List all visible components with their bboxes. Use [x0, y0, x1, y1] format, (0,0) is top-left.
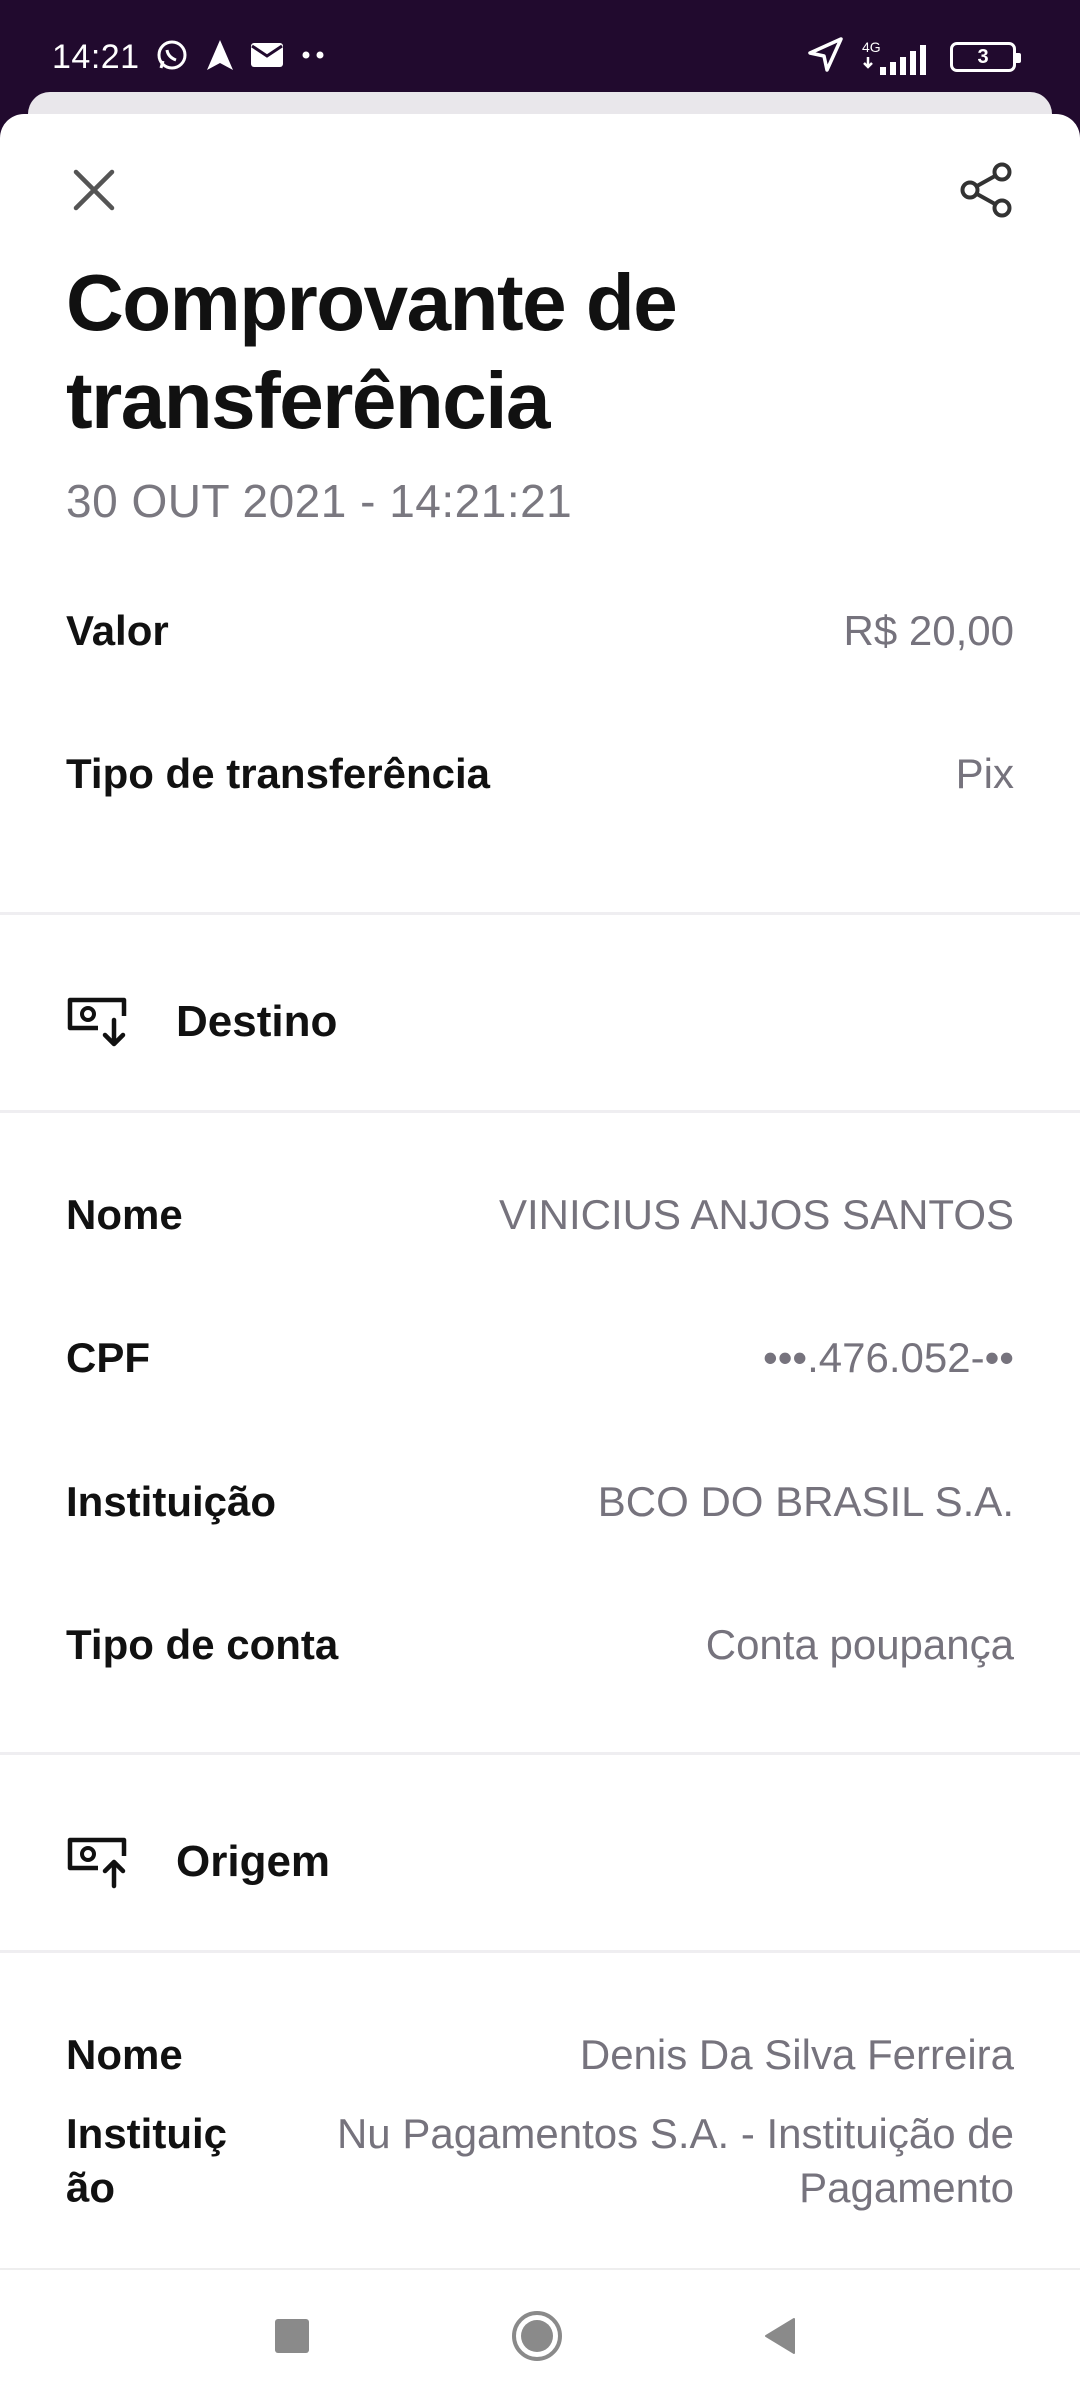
- money-out-icon: [67, 1837, 127, 1889]
- status-left: 14:21: [52, 34, 328, 80]
- summary-row-valor: Valor R$ 20,00: [66, 601, 1014, 661]
- receipt-sheet: Comprovante de transferência 30 OUT 2021…: [0, 114, 1080, 2268]
- row-label: CPF: [66, 1334, 150, 1381]
- row-value: Nu Pagamentos S.A. - Instituição de Paga…: [336, 2110, 1014, 2211]
- row-value: Conta poupança: [705, 1621, 1014, 1668]
- money-in-icon: [67, 997, 127, 1047]
- share-icon: [960, 162, 1012, 218]
- section-title: Origem: [176, 1837, 331, 1886]
- mail-icon: [250, 41, 284, 74]
- divider: [0, 1752, 1080, 1755]
- row-value: BCO DO BRASIL S.A.: [597, 1478, 1014, 1525]
- close-button[interactable]: [58, 154, 130, 226]
- recents-button[interactable]: [262, 2306, 322, 2366]
- destino-row-instituicao: Instituição BCO DO BRASIL S.A.: [66, 1472, 1014, 1532]
- row-label: Nome: [66, 1191, 183, 1238]
- summary-row-tipo: Tipo de transferência Pix: [66, 744, 1014, 804]
- origem-row-instituicao: Instituição Nu Pagamentos S.A. - Institu…: [66, 2107, 1014, 2215]
- divider: [0, 912, 1080, 915]
- receipt-date: 30 OUT 2021 - 14:21:21: [66, 475, 573, 527]
- row-value: Pix: [955, 750, 1014, 797]
- row-value: •••.476.052-••: [763, 1334, 1014, 1381]
- section-origem: Origem: [66, 1827, 330, 1897]
- status-time: 14:21: [52, 37, 140, 76]
- row-label: Valor: [66, 607, 169, 654]
- row-label: Nome: [66, 2031, 183, 2078]
- destino-row-cpf: CPF •••.476.052-••: [66, 1328, 1014, 1388]
- divider: [0, 1110, 1080, 1113]
- home-button[interactable]: [507, 2306, 567, 2366]
- whatsapp-icon: [154, 37, 190, 78]
- origem-row-nome: Nome Denis Da Silva Ferreira: [66, 2025, 1014, 2085]
- back-triangle-icon: [765, 2318, 795, 2354]
- system-nav-bar: [0, 2268, 1080, 2400]
- page-title: Comprovante de transferência: [66, 258, 678, 445]
- share-button[interactable]: [950, 154, 1022, 226]
- section-destino: Destino: [66, 987, 337, 1057]
- status-right: 4G 3: [806, 34, 1021, 80]
- row-label: Instituição: [66, 2110, 228, 2211]
- destino-row-tipo-conta: Tipo de conta Conta poupança: [66, 1615, 1014, 1675]
- row-label: Tipo de transferência: [66, 750, 491, 797]
- row-label: Tipo de conta: [66, 1621, 339, 1668]
- home-circle-icon: [512, 2311, 562, 2361]
- row-value: Denis Da Silva Ferreira: [579, 2031, 1014, 2078]
- row-label: Instituição: [66, 1478, 277, 1525]
- square-icon: [275, 2319, 309, 2353]
- destino-row-nome: Nome VINICIUS ANJOS SANTOS: [66, 1185, 1014, 1245]
- row-value: VINICIUS ANJOS SANTOS: [498, 1191, 1014, 1238]
- back-button[interactable]: [750, 2306, 810, 2366]
- battery-level: 3: [977, 45, 989, 68]
- battery-icon: 3: [950, 42, 1021, 72]
- divider: [0, 1950, 1080, 1953]
- signal-icon: 4G: [862, 37, 932, 77]
- row-value: R$ 20,00: [843, 607, 1014, 654]
- more-dots-icon: [298, 48, 328, 66]
- section-title: Destino: [176, 997, 338, 1046]
- navigation-arrow-icon: [204, 38, 236, 77]
- close-icon: [73, 169, 115, 211]
- location-icon: [806, 36, 844, 79]
